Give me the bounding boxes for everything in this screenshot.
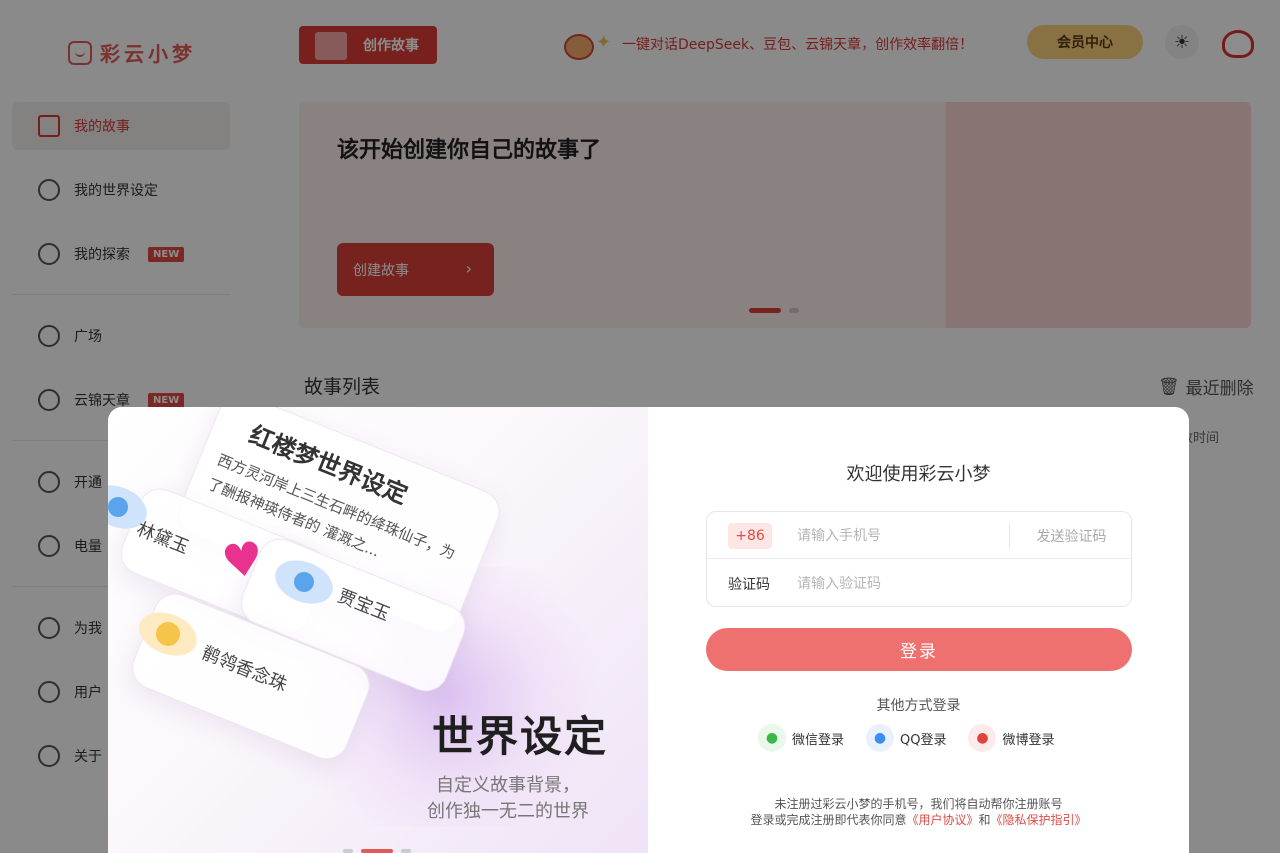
phone-input[interactable]: [797, 524, 997, 548]
feature-subtitle: 自定义故事背景， 创作独一无二的世界: [408, 773, 608, 825]
weibo-login-button[interactable]: ● 微博登录: [968, 724, 1055, 752]
weibo-icon: ●: [968, 724, 997, 752]
terms-prefix: 登录或完成注册即代表你同意: [750, 813, 907, 827]
qq-login-button[interactable]: ● QQ登录: [866, 724, 946, 752]
code-label: 验证码: [728, 577, 770, 593]
qq-login-label: QQ登录: [900, 732, 947, 748]
weibo-login-label: 微博登录: [1002, 732, 1055, 748]
wechat-icon: ●: [758, 724, 786, 752]
login-illustration: 红楼梦世界设定 西方灵河岸上三生石畔的绛珠仙子，为了酬报神瑛侍者的 灌溉之...…: [108, 407, 648, 853]
login-form-panel: 欢迎使用彩云小梦 +86 发送验证码 验证码 登录 其他方式登录 ● 微信登录 …: [648, 407, 1189, 853]
terms-and: 和: [978, 813, 991, 827]
wechat-login-label: 微信登录: [792, 732, 845, 748]
qq-icon: ●: [866, 724, 895, 752]
user-agreement-link[interactable]: 《用户协议》: [906, 813, 978, 827]
code-input[interactable]: [797, 572, 997, 596]
social-logins: ● 微信登录 ● QQ登录 ● 微博登录: [758, 724, 1055, 752]
other-login-label: 其他方式登录: [876, 698, 961, 714]
login-button[interactable]: 登录: [706, 628, 1132, 671]
code-row: 验证码: [707, 560, 1133, 607]
feature-subtitle-line: 创作独一无二的世界: [427, 801, 589, 822]
send-code-button[interactable]: 发送验证码: [1009, 523, 1133, 549]
terms-line: 未注册过彩云小梦的手机号，我们将自动帮你注册账号: [774, 797, 1063, 811]
feature-subtitle-line: 自定义故事背景，: [436, 775, 580, 796]
terms-line: 登录或完成注册即代表你同意《用户协议》和《隐私保护指引》: [648, 812, 1189, 828]
country-code-select[interactable]: +86: [728, 523, 772, 549]
illustration-dots[interactable]: [343, 849, 411, 853]
heart-icon: ♥: [218, 530, 267, 590]
wechat-login-button[interactable]: ● 微信登录: [758, 724, 844, 752]
terms-notice: 未注册过彩云小梦的手机号，我们将自动帮你注册账号 登录或完成注册即代表你同意《用…: [648, 796, 1189, 828]
phone-row: +86 发送验证码: [707, 512, 1133, 559]
privacy-policy-link[interactable]: 《隐私保护指引》: [991, 813, 1087, 827]
login-form: +86 发送验证码 验证码: [706, 511, 1133, 607]
feature-title: 世界设定: [432, 712, 609, 761]
login-modal: 红楼梦世界设定 西方灵河岸上三生石畔的绛珠仙子，为了酬报神瑛侍者的 灌溉之...…: [108, 407, 1189, 853]
welcome-title: 欢迎使用彩云小梦: [846, 464, 991, 485]
